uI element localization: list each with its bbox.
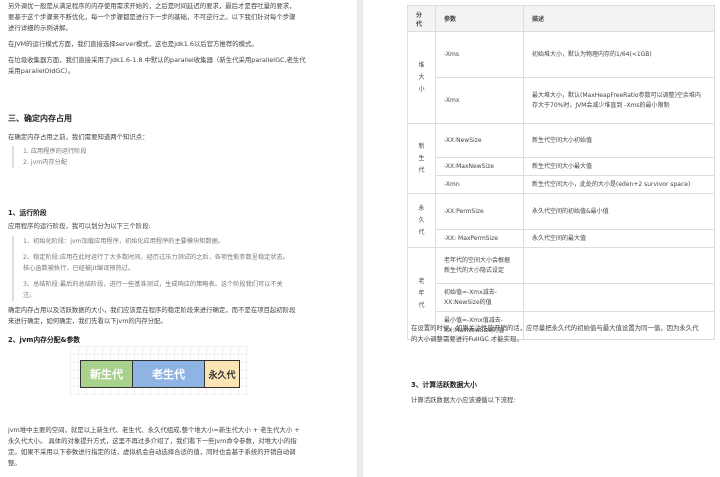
perm-size-note: 在设置的时候，如果关注性能开销的话，应尽量把永久代的初始值与最大值设置为同一值，…	[411, 324, 699, 343]
param-cell: -Xmx	[435, 77, 524, 124]
table-header-param: 参数	[435, 5, 524, 32]
generation-cell-young: 新生代	[407, 123, 436, 194]
intro-paragraph: 另外调优一般是从满足程序的内存使用需求开始的，之后是时间延迟的要求，最后才是吞吐…	[8, 2, 296, 32]
param-cell: -Xmn	[435, 175, 524, 194]
run-stage-intro: 应用程序的运行阶段，我可以划分为以下三个阶段:	[8, 222, 151, 230]
old-generation-box: 老生代	[133, 361, 205, 387]
desc-cell: 新生代空间大小，此处的大小是(eden+2 survivor space)	[523, 175, 715, 194]
table-header-row: 分代 参数 描述	[407, 5, 715, 32]
young-generation-box: 新生代	[81, 361, 133, 387]
param-cell: -XX:PermSize	[435, 193, 524, 230]
desc-cell	[523, 283, 715, 312]
right-document-page: 分代 参数 描述 堆大小 -Xms 初始堆大小，默认为物理内存的1/64(<1G…	[363, 0, 720, 477]
jvm-params-table: 分代 参数 描述 堆大小 -Xms 初始堆大小，默认为物理内存的1/64(<1G…	[407, 5, 715, 340]
memory-alloc-heading: 2、jvm内存分配&参数	[8, 336, 81, 344]
desc-cell: 初始堆大小，默认为物理内存的1/64(<1GB)	[523, 31, 715, 78]
table-row: 永久代 -XX:PermSize 永久代空间的初始值&最小值	[407, 193, 715, 248]
desc-cell: 新生代空间大小初始值	[523, 123, 715, 158]
table-row: -XX: MaxPermSize 永久代空间的最大值	[408, 229, 715, 248]
alloc-paragraph: jvm堆中主要的空间，就是以上新生代、老生代、永久代组成,整个堆大小=新生代大小…	[8, 426, 300, 467]
desc-cell: 永久代空间的最大值	[523, 229, 715, 248]
active-data-text: 计算活跃数据大小应该遵循以下流程:	[411, 396, 516, 404]
run-stage-note: 确定内存占用以及活跃数据的大小，我们应该是在程序的稳定阶段来进行确定，而不是在项…	[8, 306, 296, 325]
jvm-mode-paragraph: 在JVM的运行模式方面，我们直接选择server模式，这也是jdk1.6以后官方…	[8, 40, 258, 48]
param-cell: 老年代的空间大小会根据新生代的大小隐式设定	[435, 247, 524, 284]
table-row: 初始值=-Xmx减去-XX:NewSize的值	[408, 283, 715, 312]
generation-cell-perm: 永久代	[407, 193, 436, 248]
section3-intro: 在确定内存占用之前，我们需要知道两个知识点：	[8, 133, 149, 141]
table-row: -Xmx 最大堆大小，默认(MaxHeapFreeRatio参数可以调整)空余堆…	[408, 77, 715, 124]
desc-cell: 新生代空间大小最大值	[523, 157, 715, 176]
param-cell: -XX:MaxNewSize	[435, 157, 524, 176]
table-row: 新生代 -XX:NewSize 新生代空间大小初始值	[407, 123, 715, 194]
param-cell: -Xms	[435, 31, 524, 78]
run-stage-list: 1、初始化阶段：jvm加载应用程序，初始化应用程序的主要模块和数据。 2、稳定阶…	[12, 236, 289, 301]
table-header-desc: 描述	[523, 5, 715, 32]
desc-cell: 最大堆大小，默认(MaxHeapFreeRatio参数可以调整)空余堆内存大于7…	[523, 77, 715, 124]
table-row: 老年代 老年代的空间大小会根据新生代的大小隐式设定	[407, 247, 715, 340]
perm-generation-box: 永久代	[205, 361, 239, 387]
run-stage-heading: 1、运行阶段	[8, 209, 47, 217]
param-cell: -XX: MaxPermSize	[435, 229, 524, 248]
section3-points: 1. 应用程序的运行阶段 2. jvm内存分配	[12, 146, 87, 168]
table-row: -XX:MaxNewSize 新生代空间大小最大值	[408, 157, 715, 176]
table-row: -Xmn 新生代空间大小，此处的大小是(eden+2 survivor spac…	[408, 175, 715, 194]
desc-cell	[523, 247, 715, 284]
heap-generation-diagram: 新生代 老生代 永久代	[80, 360, 240, 388]
param-cell: -XX:NewSize	[435, 123, 524, 158]
section3-heading: 三、确定内存占用	[8, 114, 72, 123]
param-cell: 初始值=-Xmx减去-XX:NewSize的值	[435, 283, 524, 312]
table-header-generation: 分代	[407, 5, 436, 32]
table-row: 堆大小 -Xms 初始堆大小，默认为物理内存的1/64(<1GB)	[407, 31, 715, 124]
desc-cell: 永久代空间的初始值&最小值	[523, 193, 715, 230]
gc-paragraph: 在垃圾收集器方面，我们直接采用了jdk1.6-1.8 中默认的parallel收…	[8, 56, 306, 75]
active-data-heading: 3、计算活跃数据大小	[411, 381, 477, 389]
left-document-page: 另外调优一般是从满足程序的内存使用需求开始的，之后是时间延迟的要求，最后才是吞吐…	[0, 0, 357, 477]
generation-cell-heap: 堆大小	[407, 31, 436, 124]
